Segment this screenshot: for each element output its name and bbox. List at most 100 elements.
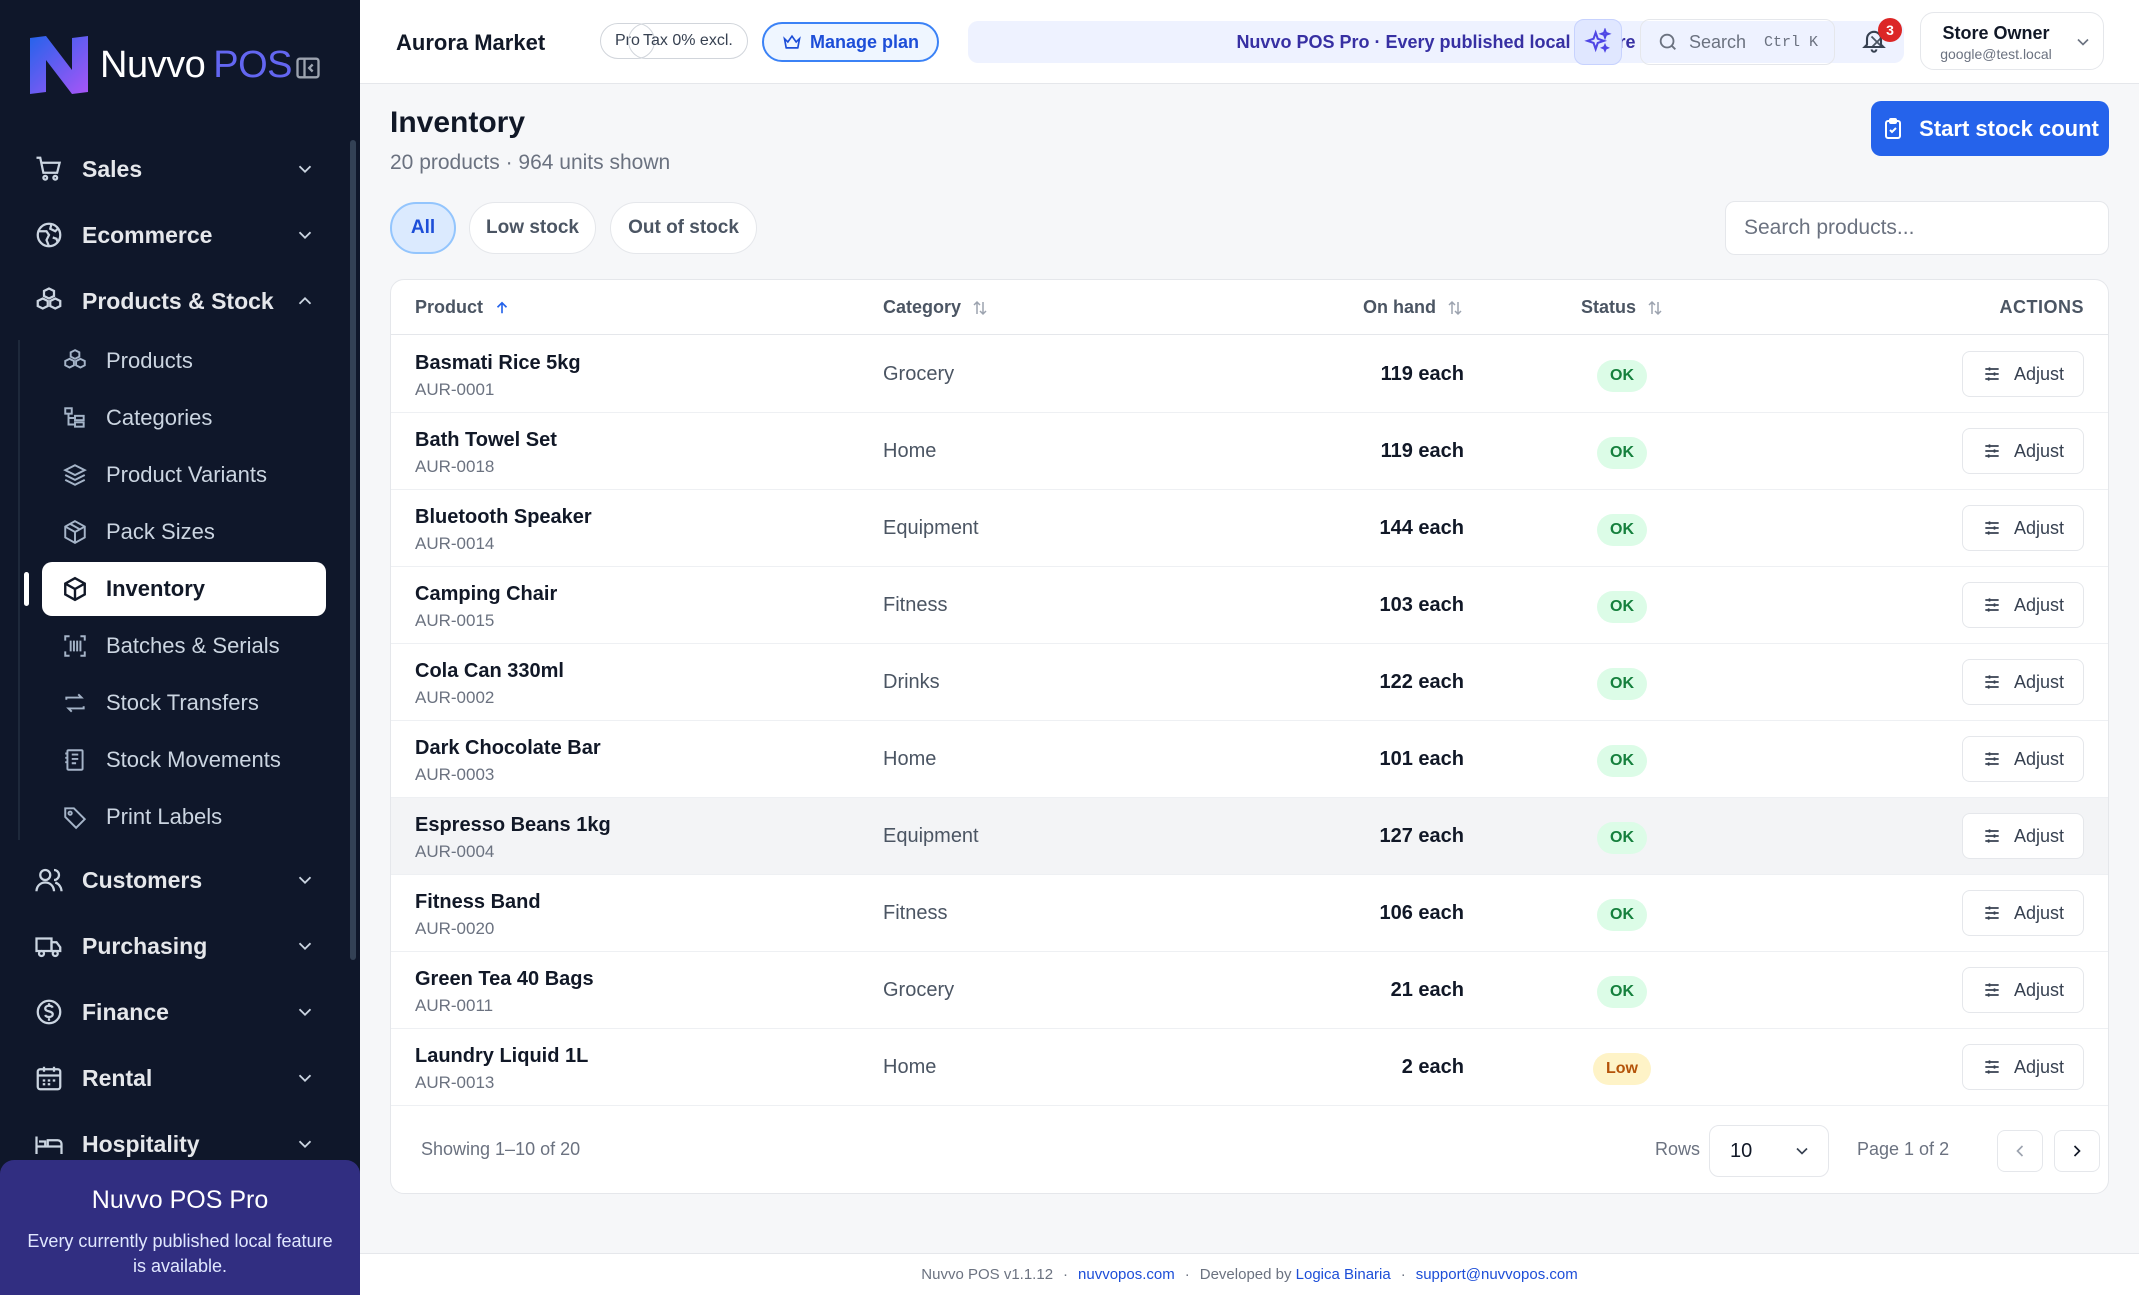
- adjust-label: Adjust: [2013, 363, 2065, 384]
- product-name[interactable]: Fitness Band: [415, 891, 541, 914]
- sidebar-item-stock-transfers[interactable]: Stock Transfers: [42, 676, 326, 730]
- product-name[interactable]: Basmati Rice 5kg: [415, 352, 581, 375]
- sidebar-item-label: Batches & Serials: [106, 633, 280, 658]
- product-name[interactable]: Espresso Beans 1kg: [415, 814, 611, 837]
- sidebar-group-purchasing[interactable]: Purchasing: [20, 918, 330, 974]
- plan-promo-card: Nuvvo POS Pro Every currently published …: [0, 1160, 360, 1295]
- sidebar-group-products-stock[interactable]: Products & Stock: [20, 273, 330, 329]
- table-row[interactable]: Cola Can 330ml AUR-0002 Drinks 122 each OK Ad…: [391, 644, 2108, 721]
- sidebar-item-product-variants[interactable]: Product Variants: [42, 448, 326, 502]
- brand-logo[interactable]: Nuvvo POS: [26, 32, 292, 98]
- product-name[interactable]: Laundry Liquid 1L: [415, 1045, 588, 1068]
- sparkles-icon: [1584, 28, 1612, 53]
- column-label: Product: [415, 297, 484, 317]
- table-row[interactable]: Fitness Band AUR-0020 Fitness 106 each OK Adj…: [391, 875, 2108, 952]
- table-row[interactable]: Green Tea 40 Bags AUR-0011 Grocery 21 each O…: [391, 952, 2108, 1029]
- search-label: Search: [1689, 31, 1747, 52]
- table-row[interactable]: Espresso Beans 1kg AUR-0004 Equipment 127 e…: [391, 798, 2108, 875]
- product-category: Grocery: [883, 979, 955, 1001]
- adjust-button[interactable]: Adjust: [1962, 351, 2084, 397]
- product-sku: AUR-0003: [415, 765, 495, 784]
- filter-low-stock[interactable]: Low stock: [469, 202, 596, 254]
- column-header-on-hand[interactable]: On hand: [1363, 297, 1464, 318]
- adjust-label: Adjust: [2013, 748, 2065, 769]
- sidebar-collapse-icon[interactable]: [294, 54, 322, 82]
- status-badge: OK: [1597, 976, 1647, 1008]
- adjust-button[interactable]: Adjust: [1962, 1044, 2084, 1090]
- sidebar-item-batches-serials[interactable]: Batches & Serials: [42, 619, 326, 673]
- adjust-button[interactable]: Adjust: [1962, 659, 2084, 705]
- sort-icon: [1648, 300, 1662, 315]
- sidebar-item-label: Print Labels: [106, 804, 223, 829]
- chevron-down-icon: [294, 1133, 316, 1155]
- sidebar-item-pack-sizes[interactable]: Pack Sizes: [42, 505, 326, 559]
- sidebar-item-inventory[interactable]: Inventory: [42, 562, 326, 616]
- sidebar-scrollbar[interactable]: [350, 140, 356, 960]
- sidebar-group-customers[interactable]: Customers: [20, 852, 330, 908]
- previous-page-button[interactable]: [1997, 1130, 2043, 1172]
- rows-per-page-select[interactable]: 10: [1709, 1125, 1829, 1177]
- product-category: Home: [883, 440, 937, 462]
- column-header-category[interactable]: Category: [883, 297, 989, 318]
- adjust-label: Adjust: [2013, 671, 2065, 692]
- filter-out-of-stock[interactable]: Out of stock: [610, 202, 757, 254]
- tax-badge[interactable]: Tax 0% excl.: [628, 23, 748, 59]
- sidebar-group-sales[interactable]: Sales: [20, 141, 330, 197]
- user-menu[interactable]: Store Owner google@test.local: [1920, 12, 2104, 70]
- sidebar-item-stock-movements[interactable]: Stock Movements: [42, 733, 326, 787]
- table-row[interactable]: Camping Chair AUR-0015 Fitness 103 each OK Ad…: [391, 567, 2108, 644]
- product-category: Fitness: [883, 594, 948, 616]
- sidebar-group-label: Products & Stock: [82, 287, 274, 314]
- product-name[interactable]: Bluetooth Speaker: [415, 506, 592, 529]
- sidebar-group-ecommerce[interactable]: Ecommerce: [20, 207, 330, 263]
- chevron-down-icon: [2073, 32, 2093, 52]
- table-row[interactable]: Dark Chocolate Bar AUR-0003 Home 101 each OK…: [391, 721, 2108, 798]
- search-icon: [1659, 33, 1676, 50]
- manage-plan-button[interactable]: Manage plan: [762, 22, 940, 62]
- sidebar-group-rental[interactable]: Rental: [20, 1050, 330, 1106]
- adjust-button[interactable]: Adjust: [1962, 582, 2084, 628]
- status-badge: OK: [1597, 360, 1647, 392]
- adjust-label: Adjust: [2013, 825, 2065, 846]
- next-page-button[interactable]: [2054, 1130, 2100, 1172]
- filter-all[interactable]: All: [390, 202, 456, 254]
- product-name[interactable]: Dark Chocolate Bar: [415, 737, 601, 760]
- sidebar-group-finance[interactable]: Finance: [20, 984, 330, 1040]
- table-row[interactable]: Laundry Liquid 1L AUR-0013 Home 2 each Low Ad…: [391, 1029, 2108, 1106]
- table-row[interactable]: Basmati Rice 5kg AUR-0001 Grocery 119 each O…: [391, 336, 2108, 413]
- cart-icon: [34, 154, 64, 184]
- store-name[interactable]: Aurora Market: [396, 30, 545, 56]
- ai-assistant-button[interactable]: [1574, 19, 1622, 65]
- sidebar-item-print-labels[interactable]: Print Labels: [42, 790, 326, 844]
- product-name[interactable]: Bath Towel Set: [415, 429, 557, 452]
- sidebar-item-categories[interactable]: Categories: [42, 391, 326, 445]
- adjust-label: Adjust: [2013, 440, 2065, 461]
- support-email-link[interactable]: support@nuvvopos.com: [1416, 1266, 1578, 1283]
- product-name[interactable]: Cola Can 330ml: [415, 660, 564, 683]
- adjust-button[interactable]: Adjust: [1962, 736, 2084, 782]
- adjust-button[interactable]: Adjust: [1962, 428, 2084, 474]
- product-name[interactable]: Green Tea 40 Bags: [415, 968, 594, 991]
- product-search-input[interactable]: [1725, 201, 2109, 255]
- adjust-button[interactable]: Adjust: [1962, 890, 2084, 936]
- global-search[interactable]: Search Ctrl K: [1640, 19, 1835, 65]
- table-row[interactable]: Bath Towel Set AUR-0018 Home 119 each OK Adju…: [391, 413, 2108, 490]
- column-header-status[interactable]: Status: [1581, 297, 1664, 318]
- product-sku: AUR-0004: [415, 842, 495, 861]
- table-row[interactable]: Bluetooth Speaker AUR-0014 Equipment 144 ea…: [391, 490, 2108, 567]
- adjust-button[interactable]: Adjust: [1962, 505, 2084, 551]
- product-name[interactable]: Camping Chair: [415, 583, 557, 606]
- chevron-left-icon: [2016, 1145, 2024, 1157]
- product-sku: AUR-0020: [415, 919, 495, 938]
- start-stock-count-button[interactable]: Start stock count: [1871, 101, 2109, 156]
- on-hand-quantity: 106 each: [1379, 902, 1464, 924]
- column-header-product[interactable]: Product: [415, 297, 511, 318]
- on-hand-quantity: 2 each: [1401, 1056, 1464, 1078]
- sidebar-item-products[interactable]: Products: [42, 334, 326, 388]
- website-link[interactable]: nuvvopos.com: [1078, 1266, 1175, 1283]
- adjust-button[interactable]: Adjust: [1962, 813, 2084, 859]
- company-link[interactable]: Logica Binaria: [1296, 1266, 1391, 1283]
- sidebar-item-label: Stock Transfers: [106, 690, 259, 715]
- adjust-button[interactable]: Adjust: [1962, 967, 2084, 1013]
- adjust-label: Adjust: [2013, 517, 2065, 538]
